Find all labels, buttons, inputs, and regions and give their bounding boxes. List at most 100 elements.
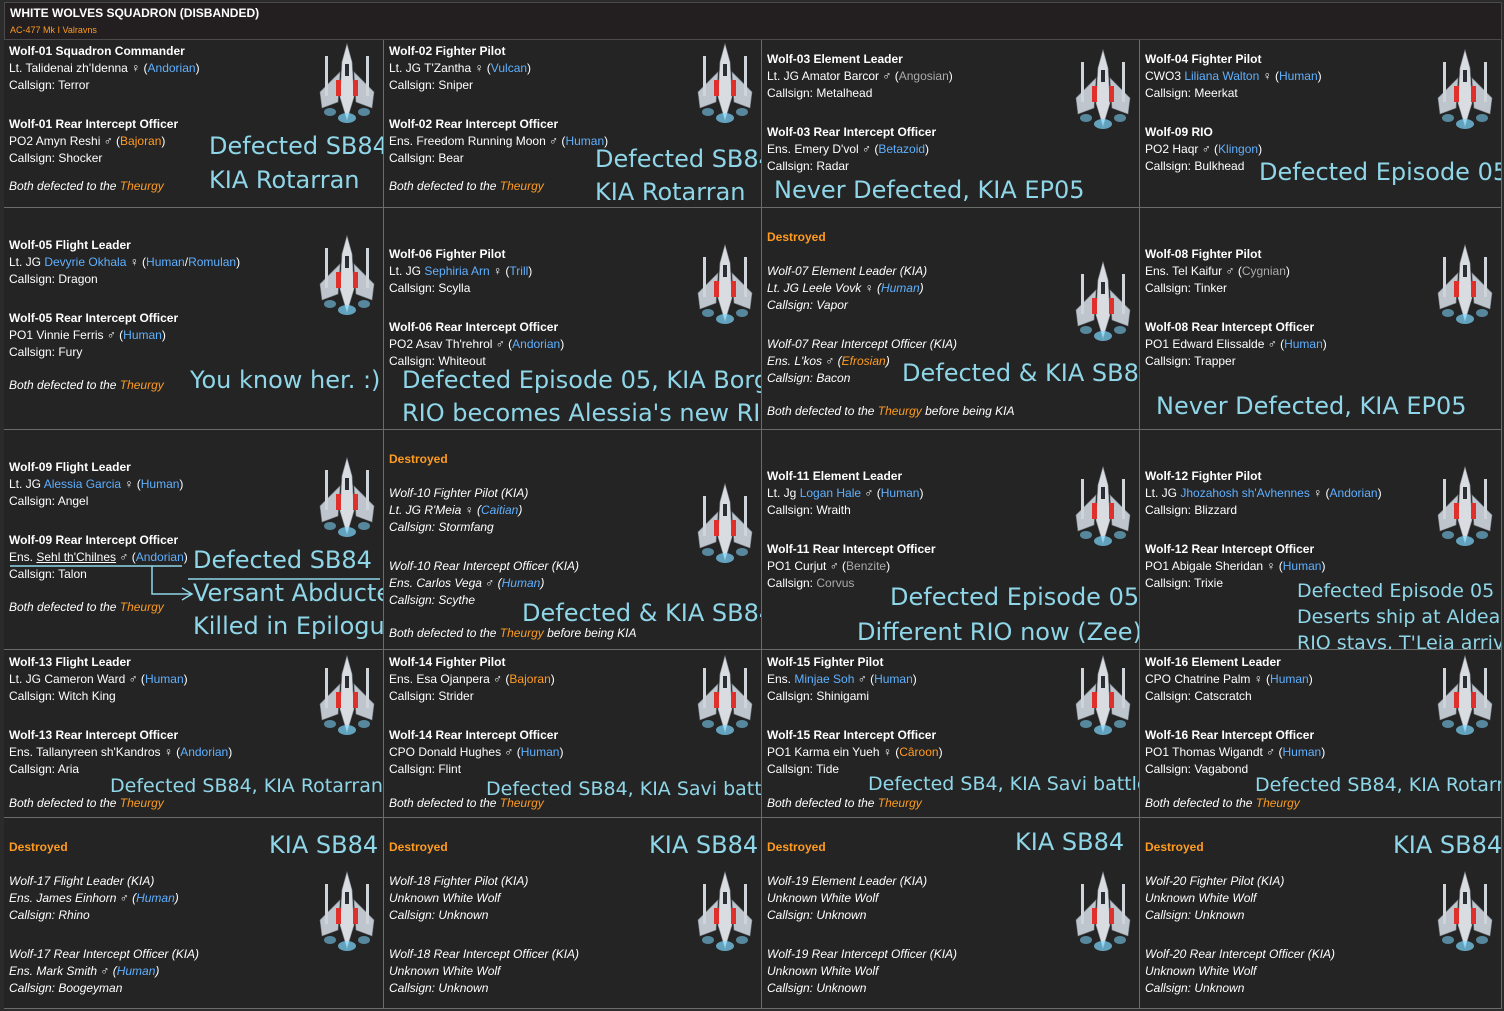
pilot-species[interactable]: Human [1270, 672, 1309, 686]
pilot-species[interactable]: Vulcan [491, 61, 527, 75]
pilot-name[interactable]: Jhozahosh sh'Avhennes [1180, 486, 1310, 500]
pilot-name[interactable]: Liliana Walton [1184, 69, 1259, 83]
rio-species[interactable]: Andorian [180, 745, 228, 759]
roster-cell: Wolf-03 Element Leader Lt. JG Amator Barc… [762, 40, 1140, 208]
rio-callsign-text: Callsign: Unknown [767, 981, 867, 995]
rio-species[interactable]: Andorian [136, 550, 184, 564]
pilot-species[interactable]: Andorian [1330, 486, 1378, 500]
pilot-species[interactable]: Human [146, 255, 185, 269]
fighter-ship-icon [1434, 465, 1496, 549]
rio-name: Emery D'vol [794, 142, 859, 156]
pilot-species[interactable]: Cygnian [1242, 264, 1286, 278]
pilot-species[interactable]: Caitian [481, 503, 518, 517]
rio-species[interactable]: Human [123, 328, 162, 342]
pilot-species[interactable]: Human [874, 672, 913, 686]
rio-species[interactable]: Human [1283, 745, 1322, 759]
pilot-species[interactable]: Human [1279, 69, 1318, 83]
rio-name: Unknown White Wolf [389, 964, 501, 978]
fighter-ship-icon [1434, 870, 1496, 954]
pilot-role: Wolf-06 Fighter Pilot [389, 247, 506, 261]
footer-ship-link[interactable]: Theurgy [120, 796, 164, 810]
pilot-gender: ♀ ( [1259, 69, 1279, 83]
pilot-species[interactable]: Angosian [899, 69, 949, 83]
roster-cell: Wolf-02 Fighter Pilot Lt. JG T'Zantha ♀ (… [384, 40, 762, 208]
close-paren: ) [560, 337, 565, 351]
pilot-name[interactable]: Sephiria Arn [424, 264, 489, 278]
destroyed-label: Destroyed [767, 230, 826, 244]
pilot-rank: Lt. JG [9, 477, 44, 491]
pilot-name[interactable]: Minjae Soh [794, 672, 854, 686]
pilot-species[interactable]: Human [881, 281, 920, 295]
footer-ship-link[interactable]: Theurgy [120, 179, 164, 193]
footer-ship-link[interactable]: Theurgy [878, 404, 922, 418]
rio-species[interactable]: Human [1284, 337, 1323, 351]
rio-line: PO1 Vinnie Ferris ♂ (Human) [9, 328, 166, 342]
rio-species[interactable]: Bajoran [120, 134, 161, 148]
footer-ship-link[interactable]: Theurgy [500, 179, 544, 193]
footer-ship-link[interactable]: Theurgy [120, 600, 164, 614]
footer-ship-link[interactable]: Theurgy [500, 626, 544, 640]
pilot-species[interactable]: Bajoran [509, 672, 550, 686]
pilot-line: Lt. Talidenai zh'Idenna ♀ (Andorian) [9, 61, 200, 75]
pilot-name[interactable]: Logan Hale [800, 486, 861, 500]
pilot-line: CWO3 Liliana Walton ♀ (Human) [1145, 69, 1322, 83]
pilot-rank: Lt. JG [767, 281, 803, 295]
pilot-species[interactable]: Human [141, 477, 180, 491]
annotation-note: Defected SB84 [193, 546, 372, 574]
rio-rank: PO1 [1145, 745, 1173, 759]
close-paren: ) [179, 477, 184, 491]
pilot-callsign: Callsign: Meerkat [1145, 86, 1238, 100]
pilot-species[interactable]: Human [145, 672, 184, 686]
roster-cell: Wolf-06 Fighter Pilot Lt. JG Sephiria Arn… [384, 208, 762, 430]
close-paren: ) [885, 354, 890, 368]
rio-species[interactable]: Betazoid [878, 142, 925, 156]
pilot-species[interactable]: Andorian [148, 61, 196, 75]
rio-species[interactable]: Klingon [1218, 142, 1258, 156]
close-paren: ) [174, 891, 179, 905]
footer-ship-link[interactable]: Theurgy [878, 796, 922, 810]
rio-species[interactable]: Efrosian [842, 354, 886, 368]
rio-callsign-text: Callsign: Fury [9, 345, 83, 359]
rio-species[interactable]: Human [117, 964, 156, 978]
rio-callsign: Callsign: Aria [9, 762, 79, 776]
pilot-name[interactable]: Alessia Garcia [44, 477, 121, 491]
footer-ship-link[interactable]: Theurgy [1256, 796, 1300, 810]
close-paren: ) [161, 134, 166, 148]
footer-ship-link[interactable]: Theurgy [120, 378, 164, 392]
pilot-name[interactable]: Devyrie Okhala [44, 255, 126, 269]
footer-text: Both defected to the [9, 378, 120, 392]
rio-callsign-text: Callsign: Talon [9, 567, 87, 581]
annotation-note: Defected SB84, KIA Rotarran [110, 775, 383, 797]
footer-tail: before being KIA [921, 404, 1015, 418]
pilot-name: Cameron Ward [44, 672, 126, 686]
rio-species[interactable]: Human [502, 576, 541, 590]
close-paren: ) [195, 61, 200, 75]
rio-callsign-text: Callsign: Shocker [9, 151, 103, 165]
rio-role: Wolf-06 Rear Intercept Officer [389, 320, 559, 334]
rio-species[interactable]: Human [521, 745, 560, 759]
rio-species[interactable]: Câroon [899, 745, 938, 759]
rio-callsign: Callsign: Talon [9, 567, 87, 581]
pilot-line: Lt. JG Alessia Garcia ♀ (Human) [9, 477, 183, 491]
fighter-ship-icon [1434, 48, 1496, 132]
fighter-ship-icon [1072, 465, 1134, 549]
rio-species[interactable]: Human [1283, 559, 1322, 573]
rio-name: Sehl th'Chilnes [36, 550, 117, 564]
pilot-gender: ♂ ( [125, 672, 145, 686]
pilot-callsign-text: Callsign: Tinker [1145, 281, 1228, 295]
pilot-species[interactable]: Human [136, 891, 175, 905]
rio-name: Mark Smith [36, 964, 98, 978]
pilot-species[interactable]: Trill [509, 264, 528, 278]
pilot-species-2[interactable]: Romulan [188, 255, 236, 269]
rio-rank: Ens. [389, 576, 417, 590]
pilot-species[interactable]: Human [881, 486, 920, 500]
roster-grid: Wolf-01 Squadron Commander Lt. Talidenai … [4, 40, 1502, 1009]
annotation-note: Never Defected, KIA EP05 [1156, 392, 1467, 420]
close-paren: ) [1258, 142, 1263, 156]
rio-species[interactable]: Andorian [512, 337, 560, 351]
squadron-subtitle: AC-477 Mk I Valravns [10, 25, 97, 35]
rio-species[interactable]: Benzite [846, 559, 886, 573]
footer-text: Both defected to the [767, 404, 878, 418]
annotation-note: KIA SB84 [1015, 828, 1125, 856]
annotation-note: Defected & KIA SB84 [902, 359, 1140, 387]
